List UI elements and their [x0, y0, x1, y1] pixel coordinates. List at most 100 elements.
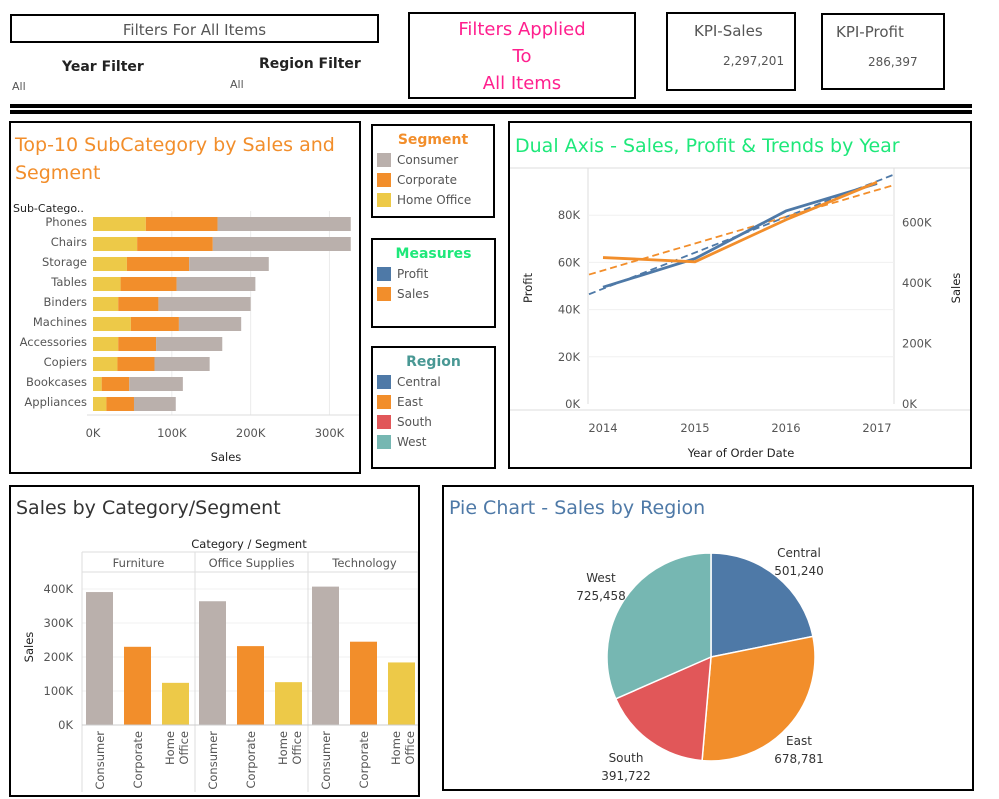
- category-label: Copiers: [44, 355, 87, 369]
- region-filter-label: Region Filter: [259, 56, 361, 72]
- y-left-axis-label: Profit: [521, 273, 535, 303]
- bar-consumer: [154, 357, 210, 371]
- profit-swatch: [377, 267, 391, 281]
- category-header: Technology: [331, 556, 397, 570]
- segment-label: Corporate: [244, 731, 258, 789]
- legend-label: West: [397, 435, 427, 449]
- legend-item-corporate[interactable]: Corporate: [377, 172, 457, 188]
- x-tick-label: 2015: [680, 421, 709, 435]
- measures-legend-title: Measures: [395, 246, 472, 262]
- bar-corporate: [350, 641, 377, 725]
- legend-item-consumer[interactable]: Consumer: [377, 152, 458, 168]
- bar-home-office: [162, 682, 189, 725]
- y-right-tick-label: 600K: [902, 215, 932, 229]
- bar-consumer: [178, 317, 242, 331]
- y-left-tick-label: 20K: [558, 350, 581, 364]
- legend-label: Consumer: [397, 153, 459, 167]
- west-swatch: [377, 435, 391, 449]
- legend-item-west[interactable]: West: [377, 434, 427, 450]
- year-filter-value[interactable]: All: [12, 80, 26, 93]
- filters-header-title: Filters For All Items: [122, 21, 267, 39]
- consumer-swatch: [377, 153, 391, 167]
- bar-consumer: [212, 237, 351, 251]
- bar-corporate: [101, 377, 130, 391]
- y-right-tick-label: 200K: [902, 336, 932, 350]
- kpi-profit-value: 286,397: [868, 55, 918, 69]
- category-header: Furniture: [113, 556, 165, 570]
- legend-label: Corporate: [397, 173, 457, 187]
- region-legend: Region Central East South West: [371, 346, 496, 469]
- row-header: Sub-Catego..: [13, 202, 84, 215]
- slice-value-label: 391,722: [601, 769, 651, 783]
- slice-value-label: 725,458: [576, 589, 626, 603]
- y-left-tick-label: 0K: [565, 397, 580, 411]
- kpi-profit-box: KPI-Profit 286,397: [821, 13, 945, 90]
- year-filter-label: Year Filter: [62, 59, 144, 75]
- x-axis-label: Sales: [211, 450, 242, 464]
- category-header: Office Supplies: [209, 556, 295, 570]
- bar-home-office: [93, 297, 119, 311]
- legend-label: East: [397, 395, 423, 409]
- x-tick-label: 2014: [588, 421, 617, 435]
- bar-corporate: [237, 646, 264, 725]
- bar-corporate: [118, 337, 157, 351]
- column-header: Category / Segment: [191, 537, 307, 551]
- y-tick-label: 200K: [44, 650, 74, 664]
- category-label: Binders: [44, 295, 87, 309]
- slice-label: South: [609, 751, 644, 765]
- segment-legend: Segment Consumer Corporate Home Office: [371, 124, 495, 218]
- kpi-sales-box: KPI-Sales 2,297,201: [666, 12, 796, 91]
- x-tick-label: 2017: [862, 421, 891, 435]
- bar-consumer: [133, 397, 176, 411]
- bar-consumer: [156, 337, 223, 351]
- legend-item-profit[interactable]: Profit: [377, 266, 428, 282]
- sales-line: [602, 180, 878, 264]
- category-segment-chart-svg: Category / Segment 0K 100K 200K 300K 400K Sale…: [22, 537, 418, 792]
- corporate-swatch: [377, 173, 391, 187]
- bar-home-office: [93, 237, 138, 251]
- region-filter-value[interactable]: All: [230, 78, 244, 91]
- category-label: Tables: [50, 275, 87, 289]
- kpi-sales-label: KPI-Sales: [694, 22, 763, 40]
- segment-label: Corporate: [357, 731, 371, 789]
- legend-item-central[interactable]: Central: [377, 374, 441, 390]
- slice-label: Central: [777, 546, 821, 560]
- legend-item-south[interactable]: South: [377, 414, 432, 430]
- segment-label: HomeOffice: [163, 731, 191, 765]
- segment-label: Consumer: [206, 731, 220, 790]
- dual-axis-chart-panel: Dual Axis - Sales, Profit & Trends by Ye…: [508, 121, 972, 469]
- kpi-sales-value: 2,297,201: [723, 54, 785, 68]
- bar-home-office: [93, 337, 119, 351]
- slice-value-label: 678,781: [774, 752, 824, 766]
- bar-corporate: [130, 317, 179, 331]
- category-label: Machines: [33, 315, 87, 329]
- legend-label: Central: [397, 375, 441, 389]
- bar-home-office: [93, 277, 121, 291]
- slice-label: West: [586, 571, 616, 585]
- segment-label: Corporate: [131, 731, 145, 789]
- segment-label: HomeOffice: [389, 731, 417, 765]
- region-legend-title: Region: [406, 354, 461, 370]
- sales-swatch: [377, 287, 391, 301]
- segment-label: Consumer: [93, 731, 107, 790]
- y-left-tick-label: 80K: [558, 208, 581, 222]
- measures-legend: Measures Profit Sales: [371, 238, 496, 328]
- slice-label: East: [786, 734, 812, 748]
- bar-consumer: [189, 257, 269, 271]
- bar-corporate: [137, 237, 213, 251]
- legend-item-home-office[interactable]: Home Office: [377, 192, 471, 208]
- bar-consumer: [158, 297, 251, 311]
- bar-corporate: [117, 357, 155, 371]
- y-axis-label: Sales: [22, 632, 36, 663]
- category-label: Chairs: [51, 235, 87, 249]
- category-label: Bookcases: [26, 375, 87, 389]
- bar-corporate: [126, 257, 190, 271]
- filters-applied-line1: Filters Applied: [458, 19, 586, 40]
- bar-home-office: [93, 357, 118, 371]
- legend-item-sales[interactable]: Sales: [377, 286, 429, 302]
- bar-consumer: [199, 601, 226, 725]
- legend-item-east[interactable]: East: [377, 394, 423, 410]
- category-label: Accessories: [20, 335, 87, 349]
- sales-trend-line: [588, 183, 896, 276]
- bar-home-office: [93, 257, 127, 271]
